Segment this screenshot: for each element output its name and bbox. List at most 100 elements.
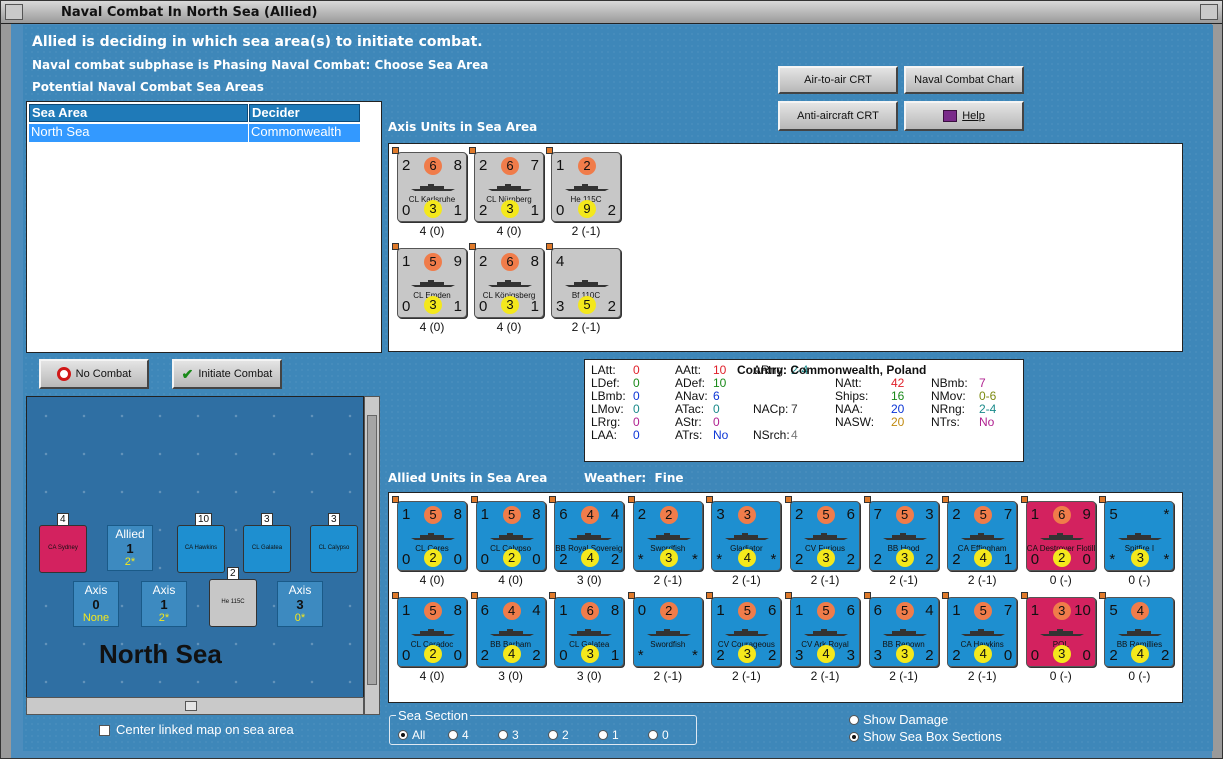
column-header-sea-area[interactable]: Sea Area: [29, 104, 248, 122]
sea-section-option[interactable]: All: [398, 728, 448, 742]
initiate-combat-label: Initiate Combat: [198, 368, 273, 380]
sea-section-option[interactable]: 2: [548, 728, 598, 742]
sea-box[interactable]: Axis 1 2*: [141, 581, 187, 627]
help-button[interactable]: Help: [904, 101, 1024, 131]
anti-aircraft-crt-button[interactable]: Anti-aircraft CRT: [778, 101, 898, 131]
unit-counter[interactable]: 5 * Spitfire I * 3 *: [1099, 496, 1175, 571]
unit-counter[interactable]: 2 5 6 CV Furious 2 3 2: [785, 496, 860, 571]
sea-section-option[interactable]: 0: [648, 728, 698, 742]
map-horizontal-scrollbar[interactable]: [26, 697, 364, 715]
unit-counter[interactable]: 1 5 9 CL Emden 0 3 1: [392, 243, 467, 318]
sea-section-radio[interactable]: [598, 729, 608, 740]
sea-box-sub: 2*: [158, 612, 170, 624]
unit-flag: [942, 496, 950, 503]
unit-counter[interactable]: 6 5 4 BB Renown 3 3 2: [863, 592, 939, 667]
map-vertical-scrollbar[interactable]: [364, 396, 380, 715]
sea-section-option-label: All: [412, 728, 426, 742]
unit-counter[interactable]: 4 Bf 110C 3 5 2: [546, 243, 621, 318]
sea-section-option[interactable]: 3: [498, 728, 548, 742]
sea-section-radio[interactable]: [548, 729, 558, 740]
right-frame: [1212, 24, 1222, 758]
unit-counter[interactable]: 2 5 7 CA Effingham 2 4 1: [942, 496, 1018, 571]
close-icon[interactable]: [1200, 4, 1218, 20]
sea-section-radio[interactable]: [398, 729, 408, 740]
unit-flag: [1020, 496, 1028, 503]
show-sections-radio[interactable]: [849, 731, 859, 742]
stack-count: 4: [57, 513, 69, 526]
unit-counter[interactable]: 2 2 Swordfish * 3 *: [627, 496, 703, 571]
ship-silhouette-icon: [1039, 629, 1084, 636]
table-row-sea-area[interactable]: North Sea: [29, 124, 248, 142]
counter-bottom-right: 2: [846, 551, 855, 568]
unit-counter[interactable]: 2 6 8 CL Karlsruhe 0 3 1: [392, 147, 467, 222]
unit-counter[interactable]: 7 5 3 BB Hood 2 3 2: [863, 496, 939, 571]
unit-strength-readout: 0 (-): [1049, 669, 1072, 683]
unit-counter[interactable]: 1 5 6 CV Courageous 2 3 2: [706, 592, 782, 667]
initiate-combat-button[interactable]: ✔ Initiate Combat: [172, 359, 282, 389]
unit-counter[interactable]: 2 6 7 CL Nürnberg 2 3 1: [469, 147, 544, 222]
unit-counter[interactable]: 1 5 6 CV Ark Royal 3 4 3: [785, 592, 860, 667]
unit-counter[interactable]: 0 2 Swordfish * *: [627, 592, 703, 667]
center-linked-checkbox-row[interactable]: Center linked map on sea area: [99, 722, 294, 737]
sea-box-sub: None: [82, 612, 110, 624]
unit-counter[interactable]: 1 5 8 CL Caradoc 0 2 0: [392, 592, 467, 667]
info-key: LRrg:: [591, 415, 621, 429]
sea-section-option[interactable]: 1: [598, 728, 648, 742]
table-row-decider[interactable]: Commonwealth: [249, 124, 360, 142]
ship-silhouette-icon: [882, 629, 927, 636]
map-unit-name: CL Galatea: [251, 545, 283, 551]
center-linked-checkbox[interactable]: [99, 725, 110, 737]
sea-section-option-label: 4: [462, 728, 469, 742]
counter-top-left: 2: [795, 506, 804, 523]
map-unit-stack[interactable]: CA Sydney: [39, 525, 87, 573]
unit-flag: [469, 147, 476, 154]
sea-box[interactable]: Axis 0 None: [73, 581, 119, 627]
unit-counter[interactable]: 1 5 8 CL Calypso 0 2 0: [470, 496, 546, 571]
counter-movement-circle: 4: [738, 549, 757, 567]
unit-counter[interactable]: 2 6 8 CL Königsberg 0 3 1: [469, 243, 544, 318]
sea-section-radio[interactable]: [648, 729, 658, 740]
map-unit-stack[interactable]: CL Calypso: [310, 525, 358, 573]
counter-strength-circle: 4: [502, 602, 521, 620]
ship-silhouette-icon: [961, 629, 1006, 636]
unit-counter[interactable]: 1 5 8 CL Ceres 0 2 0: [392, 496, 467, 571]
column-header-decider[interactable]: Decider: [249, 104, 360, 122]
ship-silhouette-icon: [1118, 629, 1163, 636]
map-unit-stack[interactable]: CL Galatea: [243, 525, 291, 573]
show-damage-option[interactable]: Show Damage: [849, 712, 948, 727]
unit-counter[interactable]: 1 5 7 CA Hawkins 2 4 0: [942, 592, 1018, 667]
window-menu-icon[interactable]: [5, 4, 23, 20]
map-unit-stack[interactable]: He 115C: [209, 579, 257, 627]
counter-top-right: 8: [530, 253, 539, 270]
unit-flag: [392, 496, 399, 503]
unit-counter[interactable]: 6 4 4 BB Royal Sovereign 2 4 2: [549, 496, 625, 571]
unit-counter[interactable]: 5 4 BB Ramillies 2 4 2: [1099, 592, 1175, 667]
unit-counter[interactable]: 6 4 4 BB Barham 2 4 2: [470, 592, 546, 667]
sea-map[interactable]: CA Sydney 4 CA Hawkins 10 CL Galatea 3 C…: [26, 396, 364, 715]
unit-counter[interactable]: 1 3 10 POL 0 3 0: [1020, 592, 1096, 667]
ship-silhouette-icon: [568, 629, 613, 636]
unit-counter[interactable]: 1 6 9 CA Destroyer Flotilla 0 2 0: [1020, 496, 1096, 571]
counter-bottom-right: 2: [532, 647, 541, 664]
counter-bottom-right: 0: [1082, 551, 1091, 568]
sea-box[interactable]: Axis 3 0*: [277, 581, 323, 627]
air-to-air-crt-button[interactable]: Air-to-air CRT: [778, 66, 898, 94]
unit-counter[interactable]: 1 6 8 CL Galatea 0 3 1: [549, 592, 625, 667]
map-unit-stack[interactable]: CA Hawkins: [177, 525, 225, 573]
no-combat-button[interactable]: No Combat: [39, 359, 149, 389]
sea-box-sub: 0*: [294, 612, 306, 624]
sea-section-option[interactable]: 4: [448, 728, 498, 742]
sea-section-radio[interactable]: [448, 729, 458, 740]
show-sections-option[interactable]: Show Sea Box Sections: [849, 729, 1002, 744]
counter-top-left: 2: [637, 506, 647, 523]
sea-section-radio[interactable]: [498, 729, 508, 740]
title-bar[interactable]: Naval Combat In North Sea (Allied): [1, 1, 1222, 24]
naval-combat-chart-button[interactable]: Naval Combat Chart: [904, 66, 1024, 94]
info-value: 2-4: [979, 402, 997, 416]
info-key: AAtt:: [675, 363, 702, 377]
sea-box[interactable]: Allied 1 2*: [107, 525, 153, 571]
show-damage-radio[interactable]: [849, 714, 859, 725]
unit-counter[interactable]: 3 3 Gladiator * 4 *: [706, 496, 782, 571]
unit-counter[interactable]: 1 2 He 115C 0 9 2: [546, 147, 621, 222]
info-value: 0: [633, 389, 640, 403]
